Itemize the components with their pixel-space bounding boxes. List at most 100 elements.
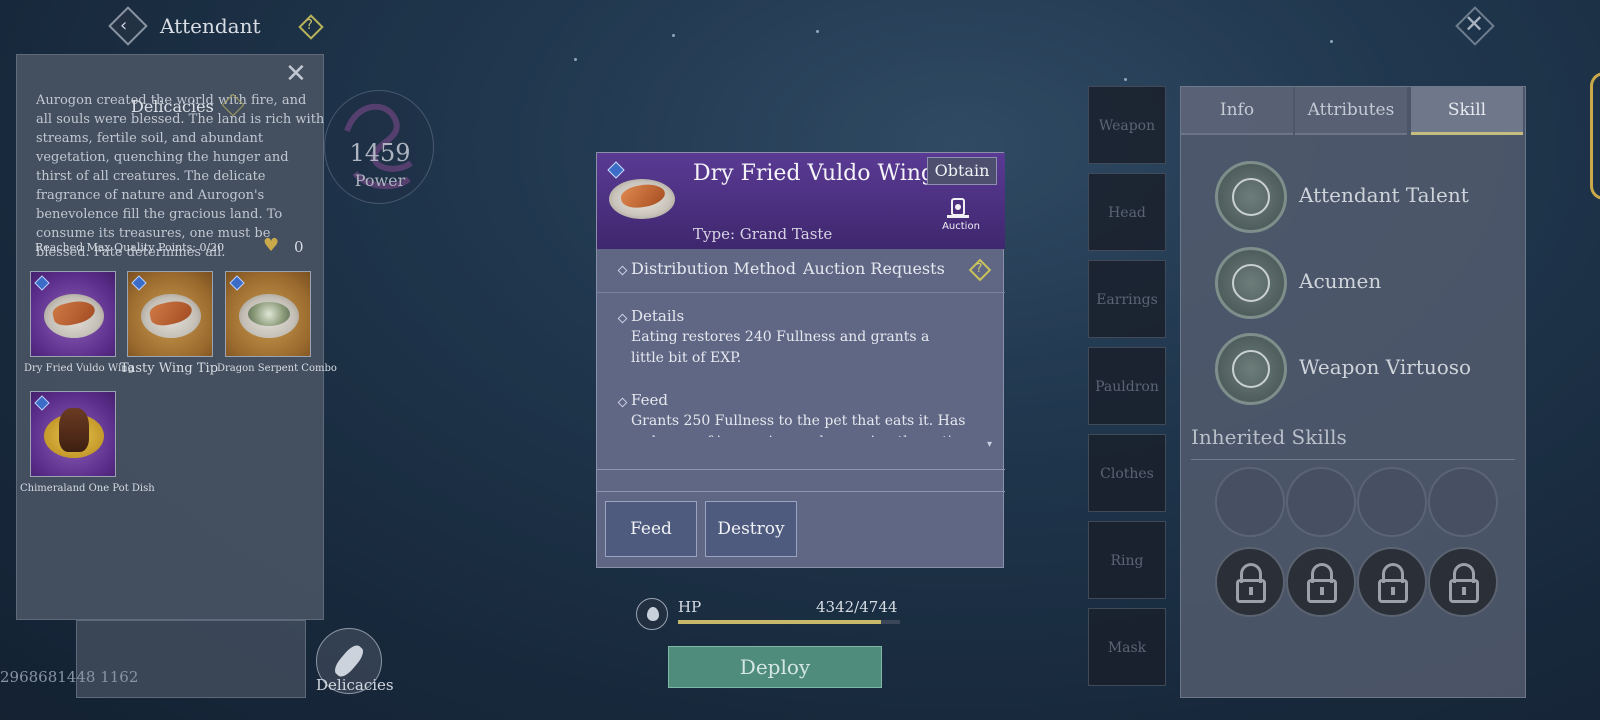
details-text: Eating restores 240 Fullness and grants … (631, 329, 930, 366)
power-value: 1459 (349, 139, 411, 167)
inherited-skill-slot[interactable] (1286, 467, 1356, 537)
details-title: Details (631, 307, 685, 325)
auction-label: Auction (942, 221, 980, 232)
star (1124, 78, 1127, 81)
item-label: Dragon Serpent Combo (217, 363, 337, 374)
back-arrow-icon: ‹ (120, 15, 128, 36)
divider (597, 491, 1005, 492)
item-name: Dry Fried Vuldo Wing (693, 161, 936, 186)
close-button[interactable]: ✕ (1455, 6, 1495, 46)
rarity-corner-icon (34, 395, 50, 411)
equip-slot-earrings[interactable]: Earrings (1088, 260, 1166, 338)
rarity-corner-icon (229, 275, 245, 291)
hp-value: 4342/4744 (816, 598, 898, 616)
item-slot-dry-fried-vuldo-wing[interactable] (30, 271, 116, 357)
inherited-skill-slot[interactable] (1357, 467, 1427, 537)
skill-name: Weapon Virtuoso (1299, 355, 1472, 379)
star (574, 58, 577, 61)
attendant-info-panel: Info Attributes Skill Attendant Talent A… (1180, 86, 1526, 698)
drop-icon (647, 607, 659, 621)
item-detail-popup: Dry Fried Vuldo Wing Type: Grand Taste O… (596, 152, 1005, 568)
weapon-virtuoso-icon[interactable] (1215, 333, 1287, 405)
skill-emblem (1232, 264, 1270, 302)
hp-bar (678, 620, 900, 624)
equip-slot-mask[interactable]: Mask (1088, 608, 1166, 686)
back-button[interactable]: ‹ (108, 6, 148, 46)
close-icon: ✕ (1464, 10, 1485, 38)
locked-skill-slot[interactable] (1428, 547, 1498, 617)
locked-skill-slot[interactable] (1286, 547, 1356, 617)
auction-button[interactable]: Auction (941, 197, 980, 233)
back-button-frame (108, 6, 148, 46)
feed-title: Feed (631, 391, 668, 409)
acumen-icon[interactable] (1215, 247, 1287, 319)
help-button[interactable]: ? (298, 14, 324, 40)
panel-close-icon[interactable]: ✕ (285, 59, 307, 89)
equip-slot-pauldron[interactable]: Pauldron (1088, 347, 1166, 425)
power-emblem: 1459 Power (324, 90, 434, 204)
skill-emblem (1232, 178, 1270, 216)
delicacies-panel: ✕ Aurogon created the world with fire, a… (16, 54, 337, 620)
scroll-down-icon[interactable]: ▾ (987, 439, 992, 450)
destroy-button[interactable]: Destroy (705, 501, 797, 557)
rarity-corner-icon (34, 275, 50, 291)
spoon-icon (331, 642, 367, 680)
lock-keyhole (1320, 587, 1324, 595)
soup-image (248, 302, 290, 326)
help-icon: ? (306, 18, 313, 33)
feed-button[interactable]: Feed (605, 501, 697, 557)
attendant-stage (76, 620, 306, 698)
bullet-icon (617, 313, 628, 324)
equip-slot-ring[interactable]: Ring (1088, 521, 1166, 599)
equip-slot-clothes[interactable]: Clothes (1088, 434, 1166, 512)
side-drawer-handle[interactable] (1590, 72, 1600, 200)
tab-skill[interactable]: Skill (1411, 87, 1523, 135)
tab-info[interactable]: Info (1181, 87, 1293, 135)
deploy-button[interactable]: Deploy (668, 646, 882, 688)
inherited-skill-slot[interactable] (1215, 467, 1285, 537)
divider (1191, 459, 1515, 460)
heart-icon: ♥ (263, 235, 280, 256)
obtain-button[interactable]: Obtain (927, 157, 997, 185)
help-icon: ? (976, 261, 983, 275)
distribution-row: Distribution Method Auction Requests ? (597, 249, 1005, 293)
popup-header: Dry Fried Vuldo Wing Type: Grand Taste O… (597, 153, 1005, 249)
top-bar: ‹ Attendant ? ✕ (0, 0, 1600, 54)
auction-icon (947, 198, 969, 218)
distribution-help-button[interactable]: ? (968, 258, 992, 282)
equip-slot-weapon[interactable]: Weapon (1088, 86, 1166, 164)
delicacies-button-label: Delicacies (316, 676, 394, 694)
item-slot-tasty-wing-tip[interactable] (127, 271, 213, 357)
item-details-scroll[interactable]: Details Eating restores 240 Fullness and… (597, 293, 1005, 437)
inherited-skills-title: Inherited Skills (1191, 425, 1347, 449)
power-label: Power (354, 171, 406, 190)
bullet-icon (617, 265, 628, 276)
lore-text: Aurogon created the world with fire, and… (36, 93, 325, 260)
bullet-icon (617, 397, 628, 408)
locked-skill-slot[interactable] (1215, 547, 1285, 617)
heart-count: 0 (294, 238, 304, 256)
pot-image (59, 408, 89, 452)
hp-icon (636, 598, 668, 630)
attendant-talent-icon[interactable] (1215, 161, 1287, 233)
lock-keyhole (1249, 587, 1253, 595)
distribution-label: Distribution Method (631, 259, 796, 278)
inherited-skill-slot[interactable] (1428, 467, 1498, 537)
item-label: Dry Fried Vuldo Wing (24, 363, 135, 374)
item-slot-dragon-serpent-combo[interactable] (225, 271, 311, 357)
skill-name: Acumen (1299, 269, 1382, 293)
lock-keyhole (1391, 587, 1395, 595)
player-id: 2968681448 1162 (0, 668, 139, 686)
feed-text: Grants 250 Fullness to the pet that eats… (631, 413, 966, 437)
divider (597, 469, 1005, 470)
equip-slot-head[interactable]: Head (1088, 173, 1166, 251)
page-title: Attendant (160, 14, 261, 38)
item-type: Type: Grand Taste (693, 225, 833, 243)
item-label: Chimeraland One Pot Dish (20, 483, 155, 494)
locked-skill-slot[interactable] (1357, 547, 1427, 617)
tab-attributes[interactable]: Attributes (1295, 87, 1407, 135)
item-slot-chimeraland-one-pot-dish[interactable] (30, 391, 116, 477)
skill-emblem (1232, 350, 1270, 388)
hp-label: HP (678, 598, 702, 616)
rarity-corner-icon (131, 275, 147, 291)
